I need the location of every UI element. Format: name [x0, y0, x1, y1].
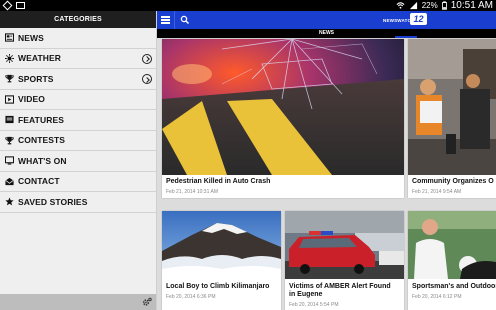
- battery-percent: 22%: [421, 1, 438, 10]
- navigation-icon: [2, 0, 13, 11]
- station-logo: NEWSWATCH 12: [383, 13, 427, 27]
- sidebar-item-label: FEATURES: [18, 114, 64, 125]
- envelope-icon: [4, 176, 14, 186]
- app-bar: NEWSWATCH 12: [157, 11, 496, 29]
- story-card[interactable]: Pedestrian Killed in Auto Crash Feb 21, …: [162, 39, 404, 198]
- sidebar-item-label: SPORTS: [18, 73, 54, 84]
- signal-icon: [409, 1, 417, 10]
- sidebar-item-label: WHAT'S ON: [18, 155, 67, 166]
- battery-icon: [441, 1, 447, 10]
- story-headline: Community Organizes O: [412, 178, 494, 185]
- story-date: Feb 20, 2014 6:36 PM: [166, 294, 216, 300]
- hamburger-icon: [161, 22, 170, 24]
- section-title: NEWS: [319, 30, 334, 36]
- story-card[interactable]: Sportsman's and Outdoor Feb 20, 2014 6:1…: [408, 211, 496, 310]
- story-headline: Pedestrian Killed in Auto Crash: [166, 178, 271, 185]
- sidebar: CATEGORIES NEWS WEATHER SPORTS VIDEO FEA…: [0, 11, 157, 310]
- sidebar-item-features[interactable]: FEATURES: [0, 110, 156, 131]
- story-image: [408, 211, 496, 279]
- sidebar-footer: [0, 294, 156, 310]
- sun-icon: [4, 53, 14, 63]
- trophy-icon: [4, 135, 14, 145]
- document-icon: [4, 115, 14, 125]
- sidebar-item-label: VIDEO: [18, 94, 45, 105]
- story-image: [162, 39, 404, 175]
- story-date: Feb 21, 2014 10:31 AM: [166, 189, 218, 195]
- story-card[interactable]: Victims of AMBER Alert Found in Eugene F…: [285, 211, 404, 310]
- sidebar-item-contact[interactable]: CONTACT: [0, 172, 156, 192]
- sidebar-item-label: WEATHER: [18, 53, 62, 64]
- sidebar-item-label: CONTESTS: [18, 135, 66, 146]
- story-date: Feb 20, 2014 6:12 PM: [412, 294, 462, 300]
- sidebar-item-whats-on[interactable]: WHAT'S ON: [0, 151, 156, 172]
- tv-icon: [4, 156, 14, 166]
- story-date: Feb 21, 2014 9:54 AM: [412, 189, 462, 195]
- gear-icon[interactable]: [142, 297, 152, 307]
- section-bar: NEWS: [157, 29, 496, 38]
- sidebar-item-label: CONTACT: [18, 176, 60, 187]
- sidebar-item-contests[interactable]: CONTESTS: [0, 131, 156, 151]
- star-icon: [4, 197, 14, 207]
- chevron-right-icon[interactable]: [142, 74, 152, 84]
- hamburger-icon: [161, 16, 170, 18]
- sidebar-item-sports[interactable]: SPORTS: [0, 69, 156, 90]
- stories-grid: Pedestrian Killed in Auto Crash Feb 21, …: [157, 38, 496, 310]
- story-image: [162, 211, 281, 279]
- wifi-icon: [396, 2, 405, 9]
- story-image: [285, 211, 404, 279]
- app-window: 22% 10:51 AM CATEGORIES NEWS WEATHER SPO…: [0, 0, 496, 310]
- chevron-right-icon[interactable]: [142, 53, 152, 64]
- menu-button[interactable]: [157, 11, 175, 29]
- status-bar: 22% 10:51 AM: [0, 0, 496, 11]
- search-icon[interactable]: [176, 11, 194, 29]
- story-headline-line-2: in Eugene: [289, 291, 323, 298]
- story-card[interactable]: Community Organizes O Feb 21, 2014 9:54 …: [408, 39, 496, 198]
- newspaper-icon: [4, 33, 14, 43]
- hamburger-icon: [161, 19, 170, 21]
- sidebar-item-label: SAVED STORIES: [18, 196, 88, 207]
- story-image: [408, 39, 496, 175]
- clock: 10:51 AM: [450, 0, 493, 11]
- sidebar-item-news[interactable]: NEWS: [0, 28, 156, 49]
- sidebar-item-label: NEWS: [18, 32, 44, 43]
- story-card[interactable]: Local Boy to Climb Kilimanjaro Feb 20, 2…: [162, 211, 281, 310]
- story-headline: Local Boy to Climb Kilimanjaro: [166, 283, 270, 290]
- sidebar-header: CATEGORIES: [0, 11, 156, 28]
- trophy-icon: [4, 74, 14, 84]
- image-notification-icon: [16, 2, 25, 9]
- story-date: Feb 20, 2014 5:54 PM: [289, 302, 339, 308]
- sidebar-item-weather[interactable]: WEATHER: [0, 49, 156, 69]
- story-headline: Sportsman's and Outdoor: [412, 283, 496, 290]
- sidebar-item-video[interactable]: VIDEO: [0, 90, 156, 110]
- video-icon: [4, 94, 14, 104]
- sidebar-item-saved-stories[interactable]: SAVED STORIES: [0, 192, 156, 213]
- logo-number: 12: [410, 13, 427, 25]
